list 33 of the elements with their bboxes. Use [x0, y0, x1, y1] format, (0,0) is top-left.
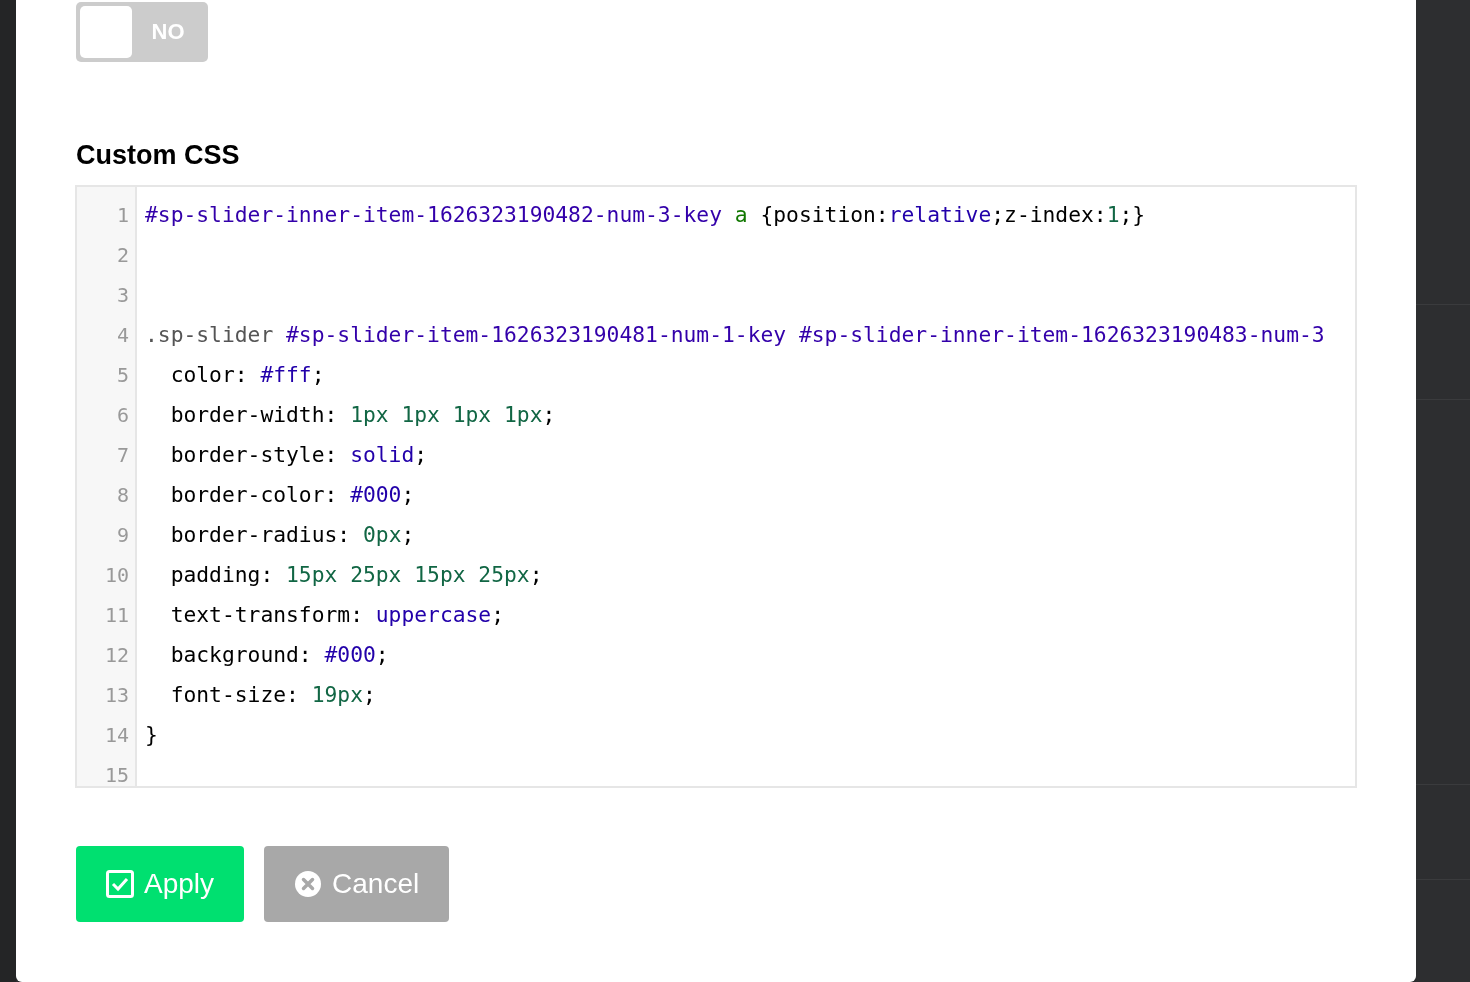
- code-line: border-style: solid;: [169, 441, 429, 469]
- line-number: 12: [103, 642, 130, 669]
- code-editor[interactable]: [75, 185, 1357, 788]
- code-line: background: #000;: [169, 641, 390, 669]
- line-number: 6: [115, 402, 130, 429]
- line-number: 14: [103, 722, 130, 749]
- section-heading: Custom CSS: [76, 140, 241, 171]
- line-number: 9: [115, 522, 130, 549]
- code-line: .sp-slider #sp-slider-item-1626323190481-num-1-key #sp-slider-inner-item-1626323190483-num-3: [145, 321, 1326, 349]
- line-number: 4: [115, 322, 130, 349]
- line-number: 11: [103, 602, 130, 629]
- line-number: 1: [115, 202, 130, 229]
- checkbox-icon: [106, 870, 134, 898]
- code-line: border-width: 1px 1px 1px 1px;: [169, 401, 557, 429]
- code-line: border-color: #000;: [169, 481, 416, 509]
- apply-button[interactable]: Apply: [76, 846, 245, 922]
- close-icon: [294, 870, 323, 898]
- code-line: border-radius: 0px;: [169, 521, 416, 549]
- code-line: padding: 15px 25px 15px 25px;: [169, 561, 544, 589]
- line-number: 10: [103, 562, 130, 589]
- line-number: 15: [103, 762, 130, 786]
- code-line: color: #fff;: [169, 361, 326, 389]
- line-number: 5: [115, 362, 130, 389]
- code-line: font-size: 19px;: [169, 681, 377, 709]
- code-line: text-transform: uppercase;: [169, 601, 506, 629]
- code-line: #sp-slider-inner-item-1626323190482-num-3-key a {position:relative;z-index:1;}: [145, 201, 1147, 229]
- line-number: 7: [115, 442, 130, 469]
- line-number: 8: [115, 482, 130, 509]
- line-number: 2: [115, 242, 130, 269]
- line-number: 3: [115, 282, 130, 309]
- cancel-button[interactable]: Cancel: [264, 846, 450, 922]
- line-number: 13: [103, 682, 130, 709]
- code-line: }: [145, 721, 159, 749]
